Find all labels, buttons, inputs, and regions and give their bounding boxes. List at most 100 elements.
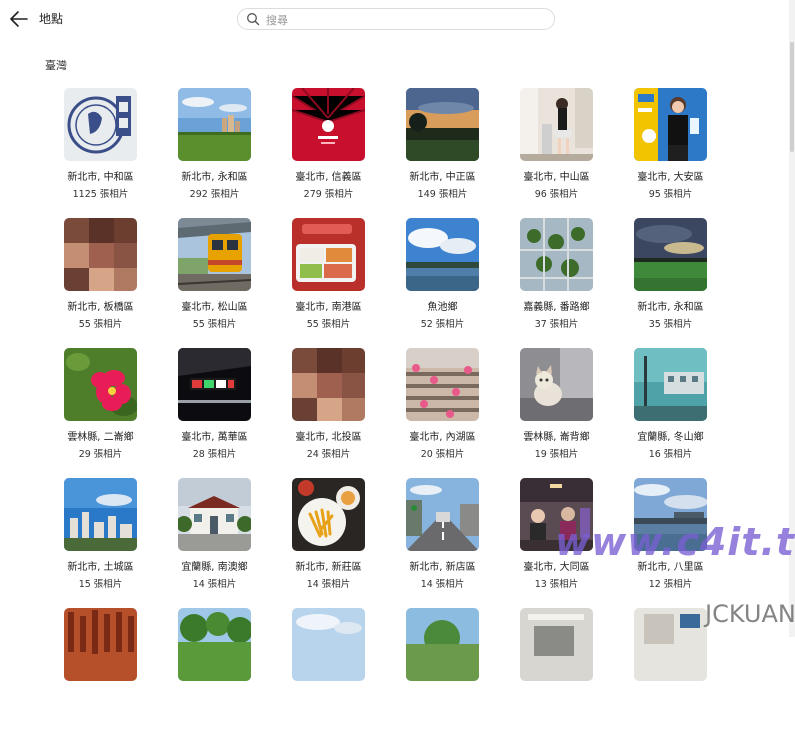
search-icon — [247, 13, 260, 26]
train-thumb — [178, 218, 251, 291]
partial-thumb-6 — [634, 608, 707, 681]
place-name: 雲林縣, 二崙鄉 — [67, 432, 134, 443]
led-sign-thumb — [178, 348, 251, 421]
place-thumbnail — [406, 608, 479, 681]
search-input[interactable] — [264, 10, 548, 30]
place-tile[interactable]: 臺北市, 南港區 55 張相片 — [284, 218, 398, 348]
place-thumbnail — [634, 608, 707, 681]
place-name: 臺北市, 松山區 — [181, 302, 248, 313]
places-grid: 新北市, 中和區 1125 張相片 新北市, 永和區 292 張相片 臺北市, 信義… — [56, 88, 736, 738]
place-tile[interactable]: 雲林縣, 二崙鄉 29 張相片 — [56, 348, 170, 478]
photo-count: 1125 張相片 — [72, 189, 129, 200]
apple-store-thumb — [292, 88, 365, 161]
partial-thumb-4 — [406, 608, 479, 681]
place-name: 臺北市, 信義區 — [295, 172, 362, 183]
place-tile[interactable] — [170, 608, 284, 738]
place-thumbnail — [292, 478, 365, 551]
place-thumbnail — [520, 88, 593, 161]
partial-thumb-5 — [520, 608, 593, 681]
place-name: 臺北市, 南港區 — [295, 302, 362, 313]
photo-count: 12 張相片 — [648, 579, 693, 590]
photo-count: 19 張相片 — [534, 449, 579, 460]
place-tile[interactable]: 臺北市, 萬華區 28 張相片 — [170, 348, 284, 478]
city-sky-thumb — [64, 478, 137, 551]
photo-count: 14 張相片 — [192, 579, 237, 590]
place-tile[interactable]: 新北市, 土城區 15 張相片 — [56, 478, 170, 608]
place-tile[interactable]: 新北市, 中正區 149 張相片 — [398, 88, 512, 218]
place-tile[interactable]: 新北市, 新店區 14 張相片 — [398, 478, 512, 608]
place-name: 新北市, 新莊區 — [295, 562, 362, 573]
place-thumbnail — [634, 218, 707, 291]
place-thumbnail — [178, 218, 251, 291]
place-tile[interactable]: 宜蘭縣, 冬山鄉 16 張相片 — [626, 348, 740, 478]
place-tile[interactable]: 雲林縣, 崙背鄉 19 張相片 — [512, 348, 626, 478]
photo-count: 149 張相片 — [417, 189, 468, 200]
woman-sitting-thumb — [520, 88, 593, 161]
place-tile[interactable]: 新北市, 新莊區 14 張相片 — [284, 478, 398, 608]
photo-count: 20 張相片 — [420, 449, 465, 460]
place-tile[interactable] — [284, 608, 398, 738]
search-box[interactable] — [237, 8, 555, 30]
place-name: 新北市, 土城區 — [67, 562, 134, 573]
bento-thumb — [292, 218, 365, 291]
woman-phone-ad-thumb — [634, 88, 707, 161]
photo-count: 35 張相片 — [648, 319, 693, 330]
place-tile[interactable]: 魚池鄉 52 張相片 — [398, 218, 512, 348]
pixelated-thumb — [64, 218, 137, 291]
scrollbar-thumb[interactable] — [790, 42, 794, 152]
station-building-thumb — [178, 478, 251, 551]
place-tile[interactable] — [398, 608, 512, 738]
photo-count: 15 張相片 — [78, 579, 123, 590]
street-thumb — [406, 478, 479, 551]
place-tile[interactable] — [512, 608, 626, 738]
photo-count: 16 張相片 — [648, 449, 693, 460]
place-tile[interactable]: 臺北市, 中山區 96 張相片 — [512, 88, 626, 218]
photo-count: 55 張相片 — [306, 319, 351, 330]
stamp-thumb — [64, 88, 137, 161]
place-name: 魚池鄉 — [427, 302, 458, 313]
place-tile[interactable]: 新北市, 永和區 292 張相片 — [170, 88, 284, 218]
place-tile[interactable]: 臺北市, 信義區 279 張相片 — [284, 88, 398, 218]
photo-count: 95 張相片 — [648, 189, 693, 200]
place-name: 臺北市, 萬華區 — [181, 432, 248, 443]
place-tile[interactable]: 臺北市, 松山區 55 張相片 — [170, 218, 284, 348]
photo-count: 37 張相片 — [534, 319, 579, 330]
place-thumbnail — [520, 348, 593, 421]
place-tile[interactable]: 新北市, 永和區 35 張相片 — [626, 218, 740, 348]
place-tile[interactable]: 宜蘭縣, 南澳鄉 14 張相片 — [170, 478, 284, 608]
place-tile[interactable]: 新北市, 中和區 1125 張相片 — [56, 88, 170, 218]
back-arrow-icon[interactable] — [9, 10, 29, 28]
fries-thumb — [292, 478, 365, 551]
photo-count: 24 張相片 — [306, 449, 351, 460]
place-thumbnail — [520, 608, 593, 681]
lake-sky-thumb — [406, 218, 479, 291]
place-tile[interactable]: 新北市, 板橋區 55 張相片 — [56, 218, 170, 348]
field-sky-thumb — [178, 88, 251, 161]
photo-count: 96 張相片 — [534, 189, 579, 200]
place-tile[interactable]: 嘉義縣, 番路鄉 37 張相片 — [512, 218, 626, 348]
place-name: 臺北市, 中山區 — [523, 172, 590, 183]
place-thumbnail — [178, 348, 251, 421]
place-name: 宜蘭縣, 冬山鄉 — [637, 432, 704, 443]
place-tile[interactable]: 臺北市, 大安區 95 張相片 — [626, 88, 740, 218]
photo-count: 14 張相片 — [420, 579, 465, 590]
place-thumbnail — [64, 348, 137, 421]
place-name: 宜蘭縣, 南澳鄉 — [181, 562, 248, 573]
page-title: 地點 — [39, 12, 64, 26]
place-thumbnail — [292, 88, 365, 161]
photo-count: 28 張相片 — [192, 449, 237, 460]
place-tile[interactable] — [56, 608, 170, 738]
flower-stairs-thumb — [406, 348, 479, 421]
place-thumbnail — [406, 218, 479, 291]
photo-count: 292 張相片 — [189, 189, 240, 200]
place-thumbnail — [178, 88, 251, 161]
place-thumbnail — [292, 348, 365, 421]
teal-station-thumb — [634, 348, 707, 421]
place-thumbnail — [292, 218, 365, 291]
place-tile[interactable]: 臺北市, 北投區 24 張相片 — [284, 348, 398, 478]
place-tile[interactable]: 臺北市, 內湖區 20 張相片 — [398, 348, 512, 478]
top-bar: 地點 — [0, 0, 795, 40]
place-thumbnail — [64, 608, 137, 681]
place-thumbnail — [406, 88, 479, 161]
place-name: 新北市, 新店區 — [409, 562, 476, 573]
